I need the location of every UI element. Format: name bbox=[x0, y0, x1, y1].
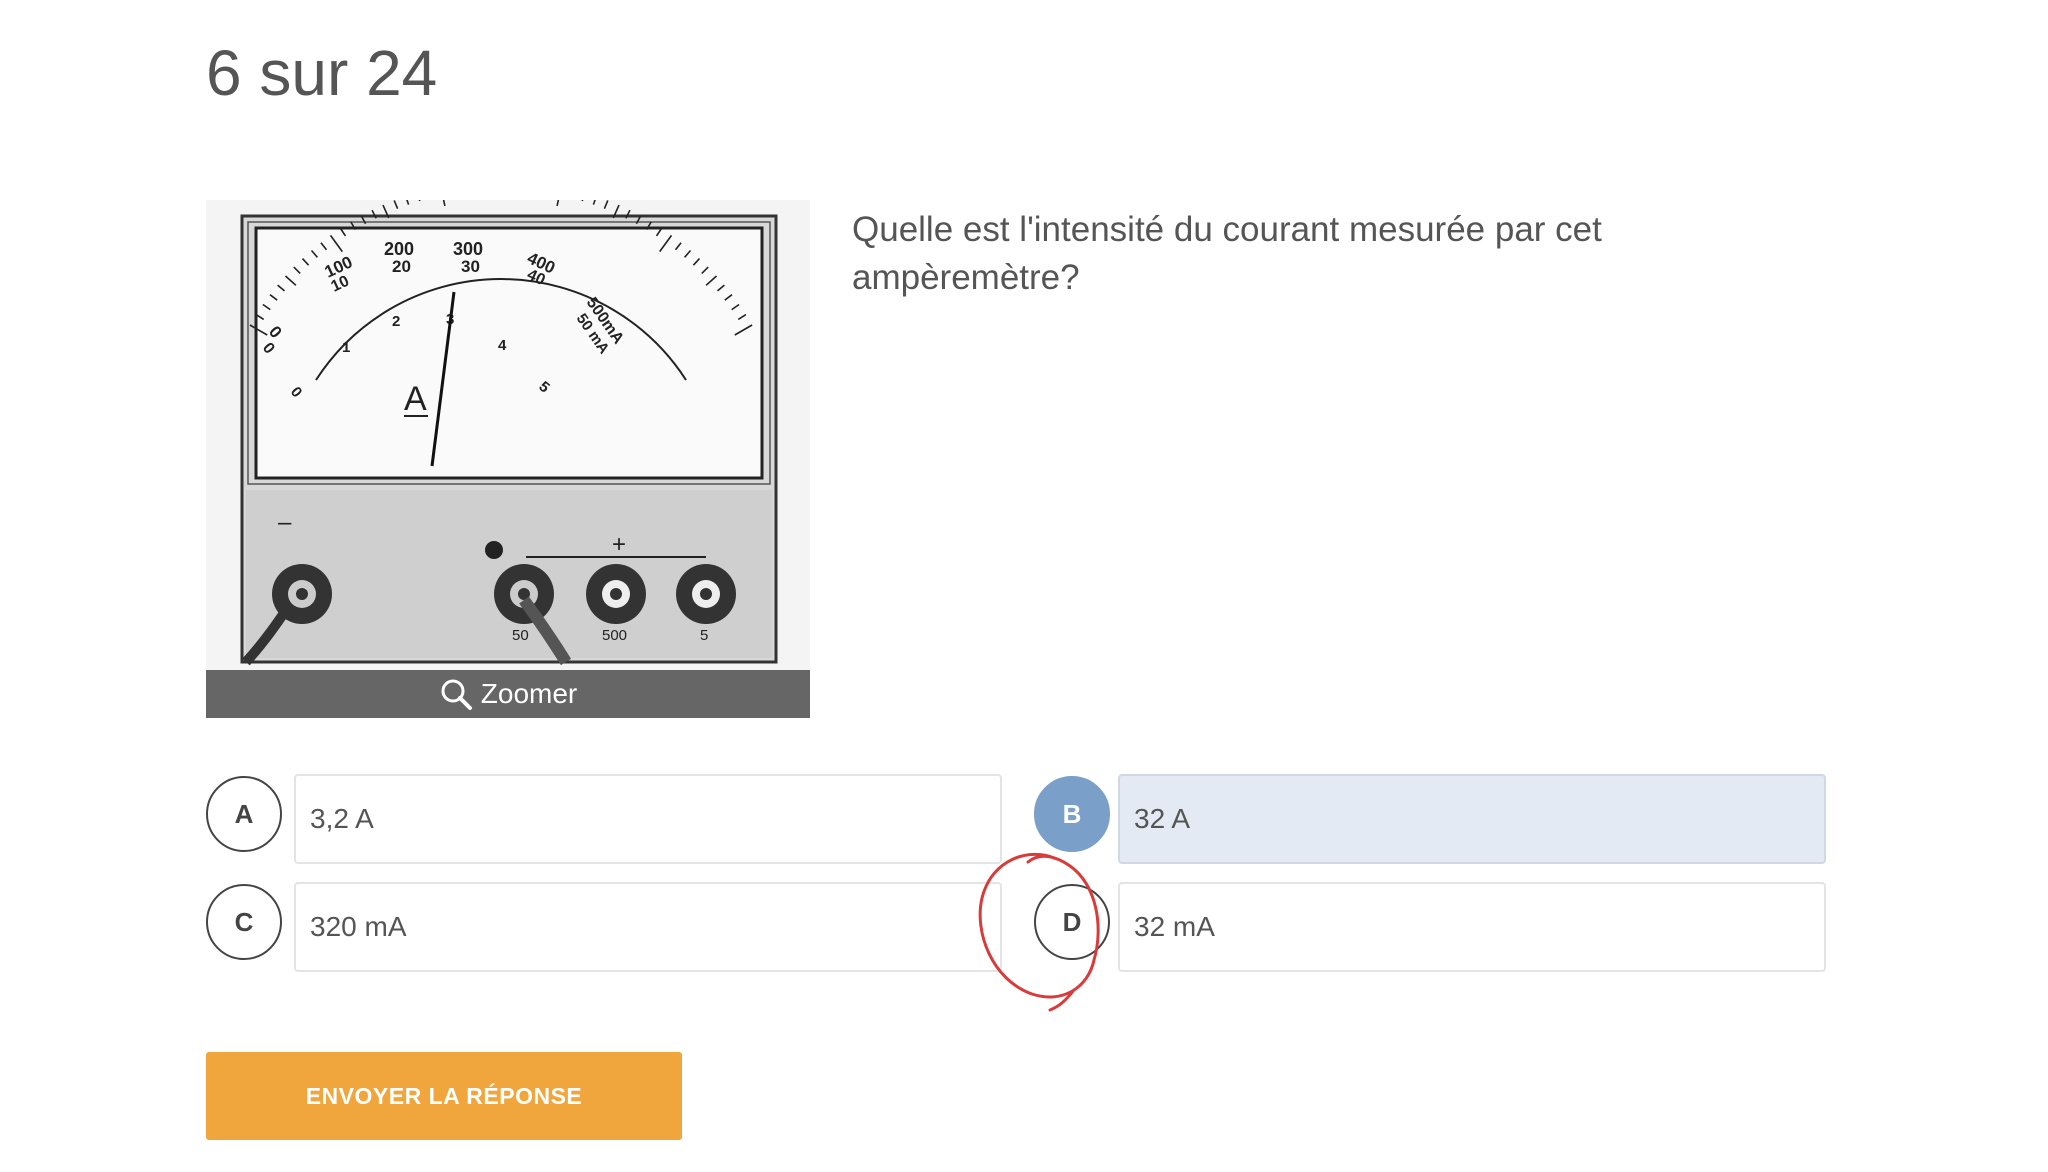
scale-mid-2: 20 bbox=[392, 257, 411, 276]
scale-bottom-4: 4 bbox=[498, 337, 507, 354]
terminal-label-5: 5 bbox=[700, 627, 708, 644]
option-d-letter[interactable]: D bbox=[1034, 884, 1110, 960]
question-text: Quelle est l'intensité du courant mesuré… bbox=[852, 210, 1602, 297]
terminal-label-500: 500 bbox=[602, 627, 627, 644]
scale-top-3: 300 bbox=[453, 239, 483, 259]
submit-answer-button[interactable]: ENVOYER LA RÉPONSE bbox=[206, 1052, 682, 1140]
meter-plus-label: + bbox=[612, 531, 626, 558]
option-b-answer[interactable]: 32 A bbox=[1118, 774, 1826, 864]
magnifier-icon bbox=[441, 679, 472, 710]
option-c-letter[interactable]: C bbox=[206, 884, 282, 960]
scale-top-2: 200 bbox=[384, 239, 414, 259]
zoom-button[interactable]: Zoomer bbox=[206, 670, 810, 718]
option-b-letter[interactable]: B bbox=[1034, 776, 1110, 852]
question-figure: 0 100 200 300 400 500mA 0 10 20 30 40 50… bbox=[206, 200, 810, 718]
meter-unit-symbol: A bbox=[404, 380, 427, 418]
zoom-label: Zoomer bbox=[480, 678, 578, 709]
option-d-answer[interactable]: 32 mA bbox=[1118, 882, 1826, 972]
scale-mid-3: 30 bbox=[461, 257, 480, 276]
meter-minus-label: – bbox=[278, 509, 292, 536]
ammeter-image: 0 100 200 300 400 500mA 0 10 20 30 40 50… bbox=[206, 200, 810, 670]
progress-counter: 6 sur 24 bbox=[206, 37, 438, 109]
scale-bottom-2: 2 bbox=[392, 313, 400, 330]
option-a-answer[interactable]: 3,2 A bbox=[294, 774, 1002, 864]
scale-bottom-1: 1 bbox=[342, 339, 350, 356]
terminal-label-50: 50 bbox=[512, 627, 529, 644]
option-c-answer[interactable]: 320 mA bbox=[294, 882, 1002, 972]
option-a-letter[interactable]: A bbox=[206, 776, 282, 852]
